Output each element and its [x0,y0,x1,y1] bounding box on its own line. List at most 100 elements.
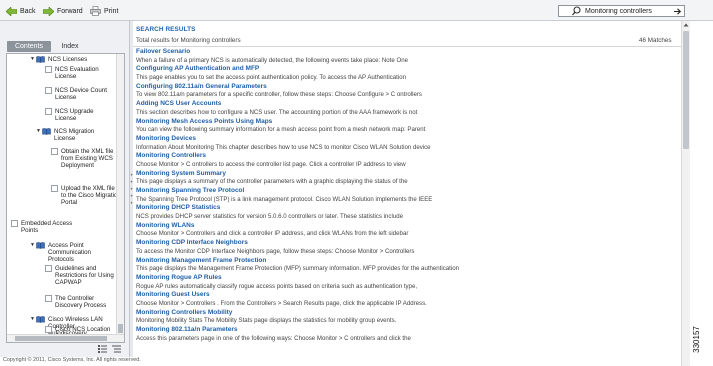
navigation-panel: Contents Index ▼ NCS Licenses NCS Evaluati… [0,21,130,357]
page-icon [51,148,58,155]
go-arrow-icon[interactable] [673,7,682,16]
tree-item-label: The Controller Discovery Process [55,295,107,310]
page-icon [45,108,52,115]
search-box [558,5,685,17]
result-title-link[interactable]: Configuring AP Authentication and MFP [136,65,676,74]
expand-toggle-icon[interactable]: ▼ [29,56,36,63]
result-title-link[interactable]: Monitoring 802.11a/n Parameters [136,326,676,335]
scroll-up-arrow-icon[interactable] [683,22,689,28]
result-description: Choose Monitor > Controllers . From the … [136,299,427,307]
tree-item-label: NCS Device Count License [55,87,107,102]
tree-item-label: NCS Licenses [48,56,88,63]
expand-toggle-icon[interactable]: ▼ [29,316,36,323]
result-description: To access the Monitor CDP Interface Neig… [136,247,415,255]
result-title-link[interactable]: Monitoring System Summary [136,170,676,179]
contents-tree: ▼ NCS Licenses NCS Evaluation License NCS D… [6,53,125,343]
forward-button[interactable]: Forward [43,5,83,17]
results-total: Total results for Monitoring controllers [136,37,241,44]
back-arrow-icon [6,6,17,16]
result-title-link[interactable]: Monitoring Management Frame Protection [136,257,676,266]
list-view-icon[interactable] [98,345,107,353]
nav-tabs: Contents Index [7,41,89,52]
result-description: This page displays the Management Frame … [136,265,459,273]
result-title-link[interactable]: Monitoring WLANs [136,222,676,231]
tree-item[interactable]: NCS Evaluation License [45,66,115,80]
page-icon [45,66,52,73]
back-label: Back [20,7,36,15]
tab-index[interactable]: Index [51,41,89,52]
tree-item-label: Access Point Communication Protocols [48,242,91,264]
tree-item-label: NCS Evaluation License [55,66,99,81]
result-description: This section describes how to configure … [136,108,418,116]
panel-view-icons [98,345,121,353]
tree-item[interactable]: ▼ NCS Licenses [29,56,108,63]
result-title-link[interactable]: Failover Scenario [136,48,676,57]
tree-item[interactable]: NCS Upgrade License [45,108,115,122]
result-title-link[interactable]: Monitoring Mesh Access Points Using Maps [136,118,676,127]
results-list: Failover Scenario When a failure of a pri… [136,48,676,343]
result-description: Choose Monitor > C ontrollers to access … [136,160,406,168]
tree-item[interactable]: ▼ NCS Migration License [35,128,114,142]
page-icon [51,185,58,192]
tree-item[interactable]: The Controller Discovery Process [45,295,115,309]
result-title-link[interactable]: Monitoring Spanning Tree Protocol [136,187,676,196]
result-title-link[interactable]: Monitoring Controllers Mobility [136,309,676,318]
tree-item-label: Upload the XML file to the Cisco Migrati… [61,185,117,207]
tree-vertical-scrollbar[interactable] [116,54,124,335]
expand-toggle-icon[interactable]: ▼ [35,128,42,135]
result-description: This page enables you to set the access … [136,74,406,82]
toolbar: Back Forward Print [0,0,713,21]
book-icon [42,128,51,135]
search-results-pane: SEARCH RESULTS Total results for Monitor… [133,21,713,366]
result-description: Choose Monitor > Controllers and click a… [136,230,409,238]
print-label: Print [104,7,119,15]
result-title-link[interactable]: Monitoring CDP Interface Neighbors [136,239,676,248]
result-description: When a failure of a primary NCS is autom… [136,56,408,64]
result-description: To view 802.11a/n parameters for a speci… [136,91,422,99]
tree-item[interactable]: Guidelines and Restrictions for Using CA… [45,265,115,287]
results-vertical-scrollbar[interactable] [681,21,690,366]
page-icon [45,87,52,94]
copyright-footer: Copyright © 2011, Cisco Systems, Inc. Al… [3,357,141,363]
divider [133,46,681,47]
results-match-count: 46 Matches [639,37,672,44]
tree-item[interactable]: Upload the XML file to the Cisco Migrati… [51,185,117,207]
tree-item[interactable]: Embedded Access Points [11,220,81,234]
book-icon [36,56,45,63]
result-description: Rogue AP rules automatically classify ro… [136,282,418,290]
result-title-link[interactable]: Adding NCS User Accounts [136,100,676,109]
back-button[interactable]: Back [6,5,36,17]
result-description: NCS provides DHCP server statistics for … [136,213,403,221]
tree-item[interactable]: NCS Device Count License [45,87,115,101]
figure-number: 330157 [692,320,710,360]
tree-item-label: Embedded Access Points [21,220,73,235]
result-title-link[interactable]: Monitoring Devices [136,135,676,144]
search-icon [572,6,581,16]
forward-arrow-icon [43,6,54,16]
expand-toggle-icon[interactable]: ▼ [29,242,36,249]
figure-number-text: 330157 [691,326,701,353]
result-description: Information About Monitoring This chapte… [136,143,431,151]
tree-vertical-scroll-thumb[interactable] [118,324,123,333]
collapse-all-icon[interactable] [112,345,121,353]
tree-item-label: Guidelines and Restrictions for Using CA… [55,265,114,287]
results-scroll-thumb[interactable] [683,31,689,149]
print-button[interactable]: Print [90,5,118,17]
result-title-link[interactable]: Monitoring Rogue AP Rules [136,274,676,283]
page-icon [45,265,52,272]
result-title-link[interactable]: Configuring 802.11a/n General Parameters [136,83,676,92]
tree-horizontal-scrollbar[interactable] [7,334,124,342]
result-title-link[interactable]: Monitoring Guest Users [136,291,676,300]
tree-item[interactable]: ▼ Access Point Communication Protocols [29,242,108,264]
result-title-link[interactable]: Monitoring Controllers [136,152,676,161]
tree-item[interactable]: Obtain the XML file from Existing WCS De… [51,148,117,170]
book-icon [36,316,45,323]
tree-item-label: Obtain the XML file from Existing WCS De… [61,148,114,170]
result-description: Monitoring Mobility Stats The Mobility S… [136,317,397,325]
search-input[interactable] [585,7,673,15]
tree-horizontal-scroll-thumb[interactable] [15,336,107,341]
tree-item-label: NCS Migration License [54,128,95,143]
result-title-link[interactable]: Monitoring DHCP Statistics [136,204,676,213]
tab-contents[interactable]: Contents [7,41,51,52]
printer-icon [90,6,101,16]
